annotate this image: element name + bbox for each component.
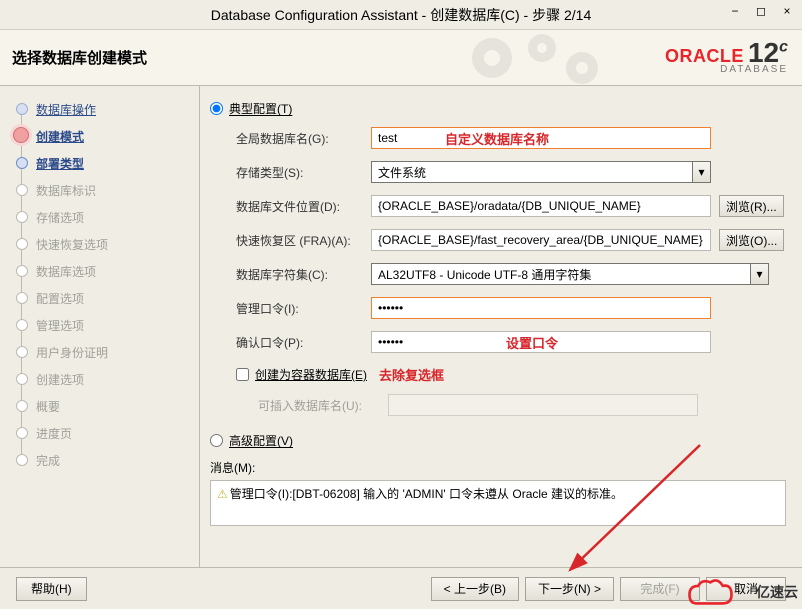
admin-pw-label: 管理口令(I):	[236, 300, 371, 317]
advanced-config-radio[interactable]	[210, 434, 223, 447]
typical-config-radio[interactable]	[210, 102, 223, 115]
row-charset: 数据库字符集(C): AL32UTF8 - Unicode UTF-8 通用字符…	[236, 263, 786, 285]
messages-label: 消息(M):	[210, 459, 786, 476]
back-button[interactable]: < 上一步(B)	[431, 577, 519, 601]
titlebar: Database Configuration Assistant - 创建数据库…	[0, 0, 802, 30]
minimize-icon[interactable]: −	[726, 4, 744, 18]
maximize-icon[interactable]: ◻	[752, 4, 770, 18]
charset-value: AL32UTF8 - Unicode UTF-8 通用字符集	[378, 266, 591, 283]
header-band: 选择数据库创建模式 ORACLE12c DATABASE	[0, 30, 802, 86]
sidebar-steps: 数据库操作创建模式部署类型数据库标识存储选项快速恢复选项数据库选项配置选项管理选…	[0, 86, 200, 567]
advanced-config-label[interactable]: 高级配置(V)	[229, 432, 293, 449]
annot-container: 去除复选框	[379, 365, 444, 384]
row-storage-type: 存储类型(S): 文件系统 ▾	[236, 161, 786, 183]
charset-select[interactable]: AL32UTF8 - Unicode UTF-8 通用字符集 ▾	[371, 263, 769, 285]
row-admin-pw: 管理口令(I):	[236, 297, 786, 319]
watermark-text: 亿速云	[756, 582, 798, 602]
sidebar-step-7: 配置选项	[0, 285, 195, 312]
page-title: 选择数据库创建模式	[12, 47, 147, 68]
footer-buttons: 帮助(H) < 上一步(B) 下一步(N) > 完成(F) 取消	[0, 567, 802, 609]
oracle-logo: ORACLE12c DATABASE	[665, 39, 788, 75]
pluggable-row: 可插入数据库名(U):	[258, 394, 786, 416]
next-button[interactable]: 下一步(N) >	[525, 577, 614, 601]
close-icon[interactable]: ×	[778, 4, 796, 18]
help-button[interactable]: 帮助(H)	[16, 577, 87, 601]
sidebar-step-6: 数据库选项	[0, 258, 195, 285]
storage-type-label: 存储类型(S):	[236, 164, 371, 181]
annot-password: 设置口令	[506, 333, 558, 352]
sidebar-step-10: 创建选项	[0, 366, 195, 393]
row-global-db: 全局数据库名(G): 自定义数据库名称	[236, 127, 786, 149]
confirm-pw-label: 确认口令(P):	[236, 334, 371, 351]
typical-config-label[interactable]: 典型配置(T)	[229, 100, 292, 117]
fra-input[interactable]	[371, 229, 711, 251]
window-title: Database Configuration Assistant - 创建数据库…	[211, 5, 591, 25]
global-db-label: 全局数据库名(G):	[236, 130, 371, 147]
browse-r-button[interactable]: 浏览(R)...	[719, 195, 784, 217]
fra-label: 快速恢复区 (FRA)(A):	[236, 232, 371, 249]
sidebar-step-4: 存储选项	[0, 204, 195, 231]
sidebar-step-11: 概要	[0, 393, 195, 420]
storage-type-value: 文件系统	[378, 164, 426, 181]
sidebar-step-8: 管理选项	[0, 312, 195, 339]
pluggable-input	[388, 394, 698, 416]
product-text: DATABASE	[665, 65, 788, 75]
sidebar-step-0[interactable]: 数据库操作	[0, 96, 195, 123]
sidebar-step-1[interactable]: 创建模式	[0, 123, 195, 150]
annot-dbname: 自定义数据库名称	[445, 129, 549, 148]
db-file-loc-input[interactable]	[371, 195, 711, 217]
row-db-file-loc: 数据库文件位置(D): 浏览(R)...	[236, 195, 786, 217]
content-panel: 典型配置(T) 全局数据库名(G): 自定义数据库名称 存储类型(S): 文件系…	[200, 86, 802, 567]
container-db-row: 创建为容器数据库(E) 去除复选框	[236, 365, 786, 384]
container-db-checkbox[interactable]	[236, 368, 249, 381]
chevron-down-icon: ▾	[692, 162, 710, 182]
charset-label: 数据库字符集(C):	[236, 266, 371, 283]
advanced-config-radio-row: 高级配置(V)	[210, 432, 786, 449]
watermark-logo: 亿速云	[686, 577, 798, 607]
storage-type-select[interactable]: 文件系统 ▾	[371, 161, 711, 183]
admin-pw-input[interactable]	[371, 297, 711, 319]
browse-o-button[interactable]: 浏览(O)...	[719, 229, 784, 251]
warning-icon: ⚠	[217, 487, 228, 501]
typical-config-radio-row: 典型配置(T)	[210, 100, 786, 117]
sidebar-step-13: 完成	[0, 447, 195, 474]
row-fra: 快速恢复区 (FRA)(A): 浏览(O)...	[236, 229, 786, 251]
main-area: 数据库操作创建模式部署类型数据库标识存储选项快速恢复选项数据库选项配置选项管理选…	[0, 86, 802, 567]
chevron-down-icon: ▾	[750, 264, 768, 284]
db-file-loc-label: 数据库文件位置(D):	[236, 198, 371, 215]
sidebar-step-5: 快速恢复选项	[0, 231, 195, 258]
brand-text: ORACLE	[665, 46, 744, 66]
typical-form: 全局数据库名(G): 自定义数据库名称 存储类型(S): 文件系统 ▾ 数据库文…	[236, 127, 786, 353]
pluggable-label: 可插入数据库名(U):	[258, 397, 388, 414]
sidebar-step-12: 进度页	[0, 420, 195, 447]
window-controls: − ◻ ×	[726, 4, 796, 18]
container-db-label[interactable]: 创建为容器数据库(E)	[255, 366, 367, 383]
sidebar-step-2[interactable]: 部署类型	[0, 150, 195, 177]
sidebar-step-3: 数据库标识	[0, 177, 195, 204]
message-text: 管理口令(I):[DBT-06208] 输入的 'ADMIN' 口令未遵从 Or…	[230, 487, 623, 501]
row-confirm-pw: 确认口令(P): 设置口令	[236, 331, 786, 353]
messages-box[interactable]: ⚠管理口令(I):[DBT-06208] 输入的 'ADMIN' 口令未遵从 O…	[210, 480, 786, 526]
sidebar-step-9: 用户身份证明	[0, 339, 195, 366]
gear-bg-icon	[452, 30, 632, 86]
